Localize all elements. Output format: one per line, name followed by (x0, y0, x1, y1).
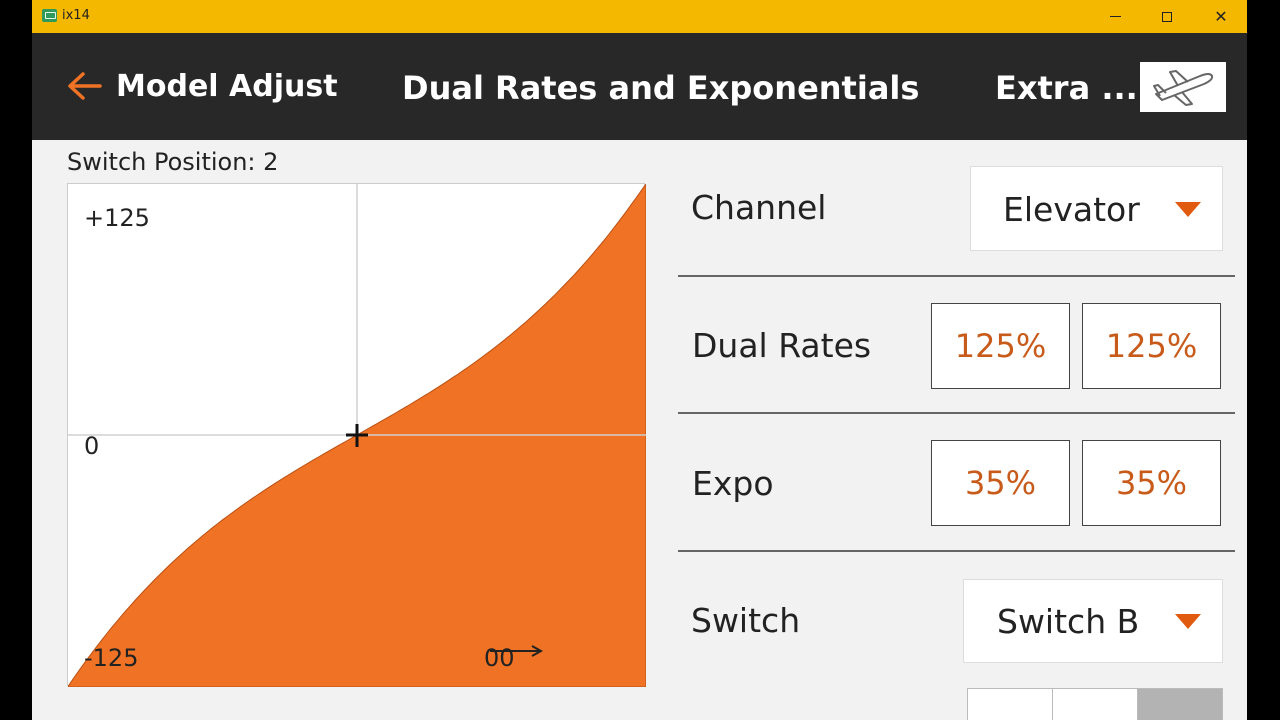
close-icon: ✕ (1214, 6, 1228, 26)
expo-low-value[interactable]: 35% (931, 440, 1070, 526)
next-page-button[interactable]: Extra ... (995, 69, 1138, 107)
back-arrow-icon (68, 72, 102, 100)
title-bar: ix14 ✕ (32, 0, 1247, 33)
dropdown-caret-icon (1175, 202, 1201, 217)
stick-position-readout: 0 0 (484, 644, 544, 672)
dual-rates-label: Dual Rates (692, 326, 872, 365)
model-select-button[interactable] (1140, 62, 1226, 112)
expo-high-value[interactable]: 35% (1082, 440, 1221, 526)
switch-position-label: Switch Position: 2 (67, 148, 279, 176)
channel-dropdown[interactable]: Elevator (970, 166, 1223, 251)
divider (678, 550, 1235, 552)
dual-rate-high-value[interactable]: 125% (1082, 303, 1221, 389)
switch-label: Switch (691, 601, 801, 640)
zero-value-label: 0 (84, 432, 100, 460)
expo-label: Expo (692, 464, 774, 503)
app-window: ix14 ✕ Model Adjust Dual Rates and Expon… (32, 0, 1247, 720)
switch-dropdown[interactable]: Switch B (963, 579, 1223, 663)
right-arrow-icon (490, 645, 544, 657)
dual-rate-low-value[interactable]: 125% (931, 303, 1070, 389)
minimize-icon (1109, 16, 1121, 17)
maximize-button[interactable] (1140, 0, 1194, 33)
header-bar: Model Adjust Dual Rates and Exponentials… (32, 33, 1247, 140)
min-value-label: -125 (84, 644, 139, 672)
app-icon (42, 9, 57, 22)
rate-curve-graph: +125 0 -125 0 0 (67, 183, 646, 687)
back-label: Model Adjust (116, 68, 338, 104)
switch-position-segment-1[interactable] (1052, 688, 1138, 720)
page-title: Dual Rates and Exponentials (402, 69, 920, 107)
channel-label: Channel (691, 188, 827, 227)
switch-position-segment-2[interactable] (1137, 688, 1223, 720)
maximize-icon (1162, 11, 1172, 22)
channel-value: Elevator (1003, 190, 1140, 229)
max-value-label: +125 (84, 204, 150, 232)
curve-canvas (68, 184, 646, 687)
close-button[interactable]: ✕ (1194, 0, 1247, 33)
back-button[interactable]: Model Adjust (66, 63, 338, 109)
switch-value: Switch B (997, 602, 1140, 641)
dropdown-caret-icon (1175, 614, 1201, 629)
minimize-button[interactable] (1088, 0, 1142, 33)
divider (678, 275, 1235, 277)
switch-position-segment-0[interactable] (967, 688, 1053, 720)
divider (678, 412, 1235, 414)
airplane-icon (1153, 70, 1214, 106)
window-title: ix14 (62, 8, 90, 23)
